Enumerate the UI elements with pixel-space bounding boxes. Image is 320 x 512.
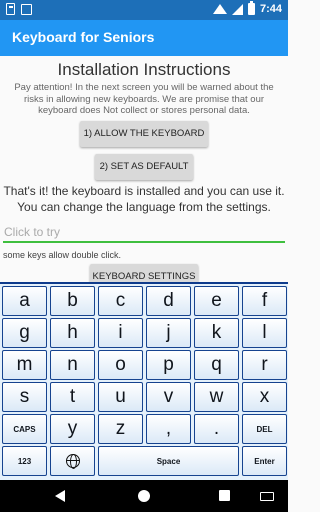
keyboard-icon[interactable] — [260, 492, 274, 501]
app-title: Keyboard for Seniors — [12, 29, 155, 45]
done-text: That's it! the keyboard is installed and… — [3, 184, 285, 214]
key-123[interactable]: 123 — [2, 446, 47, 476]
key-z[interactable]: z — [98, 414, 143, 444]
installation-title: Installation Instructions — [57, 60, 231, 79]
back-icon[interactable] — [55, 490, 65, 502]
key-s[interactable]: s — [2, 382, 47, 412]
globe-icon — [65, 454, 80, 469]
key-f[interactable]: f — [242, 286, 287, 316]
status-bar: 7:44 — [0, 0, 288, 20]
status-time: 7:44 — [259, 3, 282, 15]
app-bar: Keyboard for Seniors — [0, 20, 288, 56]
key-h[interactable]: h — [50, 318, 95, 348]
key-x[interactable]: x — [242, 382, 287, 412]
key-delete[interactable]: DEL — [242, 414, 287, 444]
key-e[interactable]: e — [194, 286, 239, 316]
try-input[interactable] — [3, 223, 285, 243]
double-click-hint: some keys allow double click. — [3, 250, 122, 260]
key-r[interactable]: r — [242, 350, 287, 380]
key-b[interactable]: b — [50, 286, 95, 316]
wifi-icon — [212, 4, 227, 14]
key-y[interactable]: y — [50, 414, 95, 444]
navigation-bar — [0, 480, 288, 512]
key-space[interactable]: Space — [98, 446, 239, 476]
installation-description: Pay attention! In the next screen you wi… — [14, 82, 274, 116]
key-c[interactable]: c — [98, 286, 143, 316]
home-icon[interactable] — [138, 490, 150, 502]
key-k[interactable]: k — [194, 318, 239, 348]
key-w[interactable]: w — [194, 382, 239, 412]
key-j[interactable]: j — [146, 318, 191, 348]
key-enter[interactable]: Enter — [242, 446, 287, 476]
key-n[interactable]: n — [50, 350, 95, 380]
key-g[interactable]: g — [2, 318, 47, 348]
key-i[interactable]: i — [98, 318, 143, 348]
key-u[interactable]: u — [98, 382, 143, 412]
key-v[interactable]: v — [146, 382, 191, 412]
sd-card-icon — [6, 3, 15, 15]
key-caps[interactable]: CAPS — [2, 414, 47, 444]
key-m[interactable]: m — [2, 350, 47, 380]
key-o[interactable]: o — [98, 350, 143, 380]
key-a[interactable]: a — [2, 286, 47, 316]
recents-icon[interactable] — [219, 490, 230, 501]
key-d[interactable]: d — [146, 286, 191, 316]
key-t[interactable]: t — [50, 382, 95, 412]
key-p[interactable]: p — [146, 350, 191, 380]
key-l[interactable]: l — [242, 318, 287, 348]
key-q[interactable]: q — [194, 350, 239, 380]
signal-icon — [231, 3, 243, 15]
allow-keyboard-button[interactable]: 1) ALLOW THE KEYBOARD — [80, 121, 208, 147]
key-comma[interactable]: , — [146, 414, 191, 444]
key-language[interactable] — [50, 446, 95, 476]
battery-icon — [247, 1, 255, 15]
set-default-button[interactable]: 2) SET AS DEFAULT — [95, 154, 193, 180]
notification-box-icon — [21, 3, 32, 15]
key-period[interactable]: . — [194, 414, 239, 444]
keyboard: a b c d e f g h i j k l m n o p q r s t … — [0, 282, 288, 480]
